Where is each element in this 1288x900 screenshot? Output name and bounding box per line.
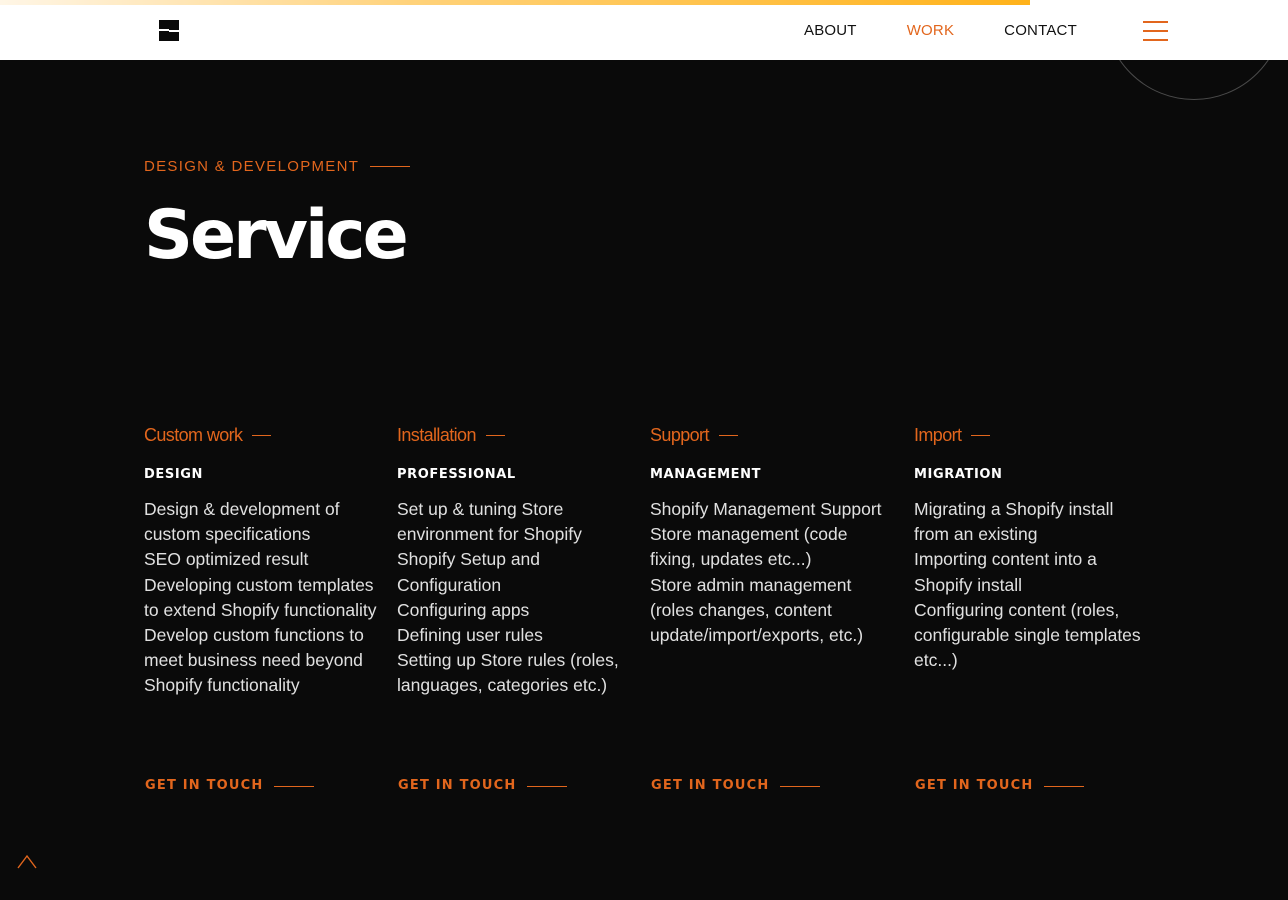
service-title: Installation xyxy=(397,424,476,445)
list-item: Developing custom templates to extend Sh… xyxy=(144,574,377,620)
eyebrow-line xyxy=(370,166,411,167)
list-item: Store admin management (roles changes, c… xyxy=(650,574,864,646)
list-item: SEO optimized result xyxy=(144,549,309,570)
cta-line xyxy=(274,785,315,787)
get-in-touch-button-installation[interactable]: GET IN TOUCH xyxy=(398,778,568,794)
nav-contact[interactable]: CONTACT xyxy=(1004,22,1077,40)
list-item: Configuring apps xyxy=(397,599,530,620)
hamburger-line xyxy=(1143,39,1168,41)
service-list: Design & development of custom specifica… xyxy=(144,497,379,699)
service-title: Custom work xyxy=(144,424,243,445)
site-header: ABOUT WORK CONTACT xyxy=(0,0,1288,60)
service-list: Set up & tuning Store environment for Sh… xyxy=(397,497,632,699)
list-item: Shopify Management Support xyxy=(650,499,882,519)
service-heading: Custom work xyxy=(144,425,379,445)
list-item: Defining user rules xyxy=(397,625,543,646)
cta-label: GET IN TOUCH xyxy=(651,778,770,793)
service-heading: Installation xyxy=(397,425,632,445)
service-title-line xyxy=(718,434,738,436)
service-subtitle: MIGRATION xyxy=(914,467,1003,482)
service-title-line xyxy=(252,434,272,436)
page-title: Service xyxy=(144,196,409,275)
cta-line xyxy=(1044,785,1085,787)
nav-about[interactable]: ABOUT xyxy=(804,22,857,40)
service-column-import: Import MIGRATION Migrating a Shopify ins… xyxy=(914,425,1149,673)
list-item: Setting up Store rules (roles, languages… xyxy=(397,650,619,696)
hamburger-line xyxy=(1143,30,1168,32)
list-item: Configuring content (roles, configurable… xyxy=(914,599,1141,671)
list-item: Importing content into a Shopify install xyxy=(914,549,1097,595)
service-heading: Support xyxy=(650,425,885,445)
service-heading: Import xyxy=(914,425,1149,445)
get-in-touch-button-custom-work[interactable]: GET IN TOUCH xyxy=(145,778,315,794)
main-nav: ABOUT WORK CONTACT xyxy=(804,22,1077,40)
service-subtitle: PROFESSIONAL xyxy=(397,467,516,482)
scroll-progress-bar xyxy=(0,0,1031,5)
list-item: Store management (code fixing, updates e… xyxy=(650,524,848,570)
service-title: Import xyxy=(914,424,962,445)
chevron-up-icon[interactable] xyxy=(16,852,38,870)
nav-work[interactable]: WORK xyxy=(907,22,954,40)
get-in-touch-button-import[interactable]: GET IN TOUCH xyxy=(915,778,1085,794)
hamburger-line xyxy=(1143,21,1168,23)
list-item: Develop custom functions to meet busines… xyxy=(144,625,364,696)
cta-line xyxy=(780,785,821,787)
list-item: Design & development of custom specifica… xyxy=(144,499,340,545)
service-title: Support xyxy=(650,424,709,445)
list-item: Set up & tuning Store environment for Sh… xyxy=(397,499,582,545)
service-subtitle: MANAGEMENT xyxy=(650,467,762,482)
cta-label: GET IN TOUCH xyxy=(145,778,264,793)
cta-label: GET IN TOUCH xyxy=(915,778,1034,793)
service-column-installation: Installation PROFESSIONAL Set up & tunin… xyxy=(397,425,632,699)
eyebrow-text: DESIGN & DEVELOPMENT xyxy=(144,158,360,175)
section-eyebrow: DESIGN & DEVELOPMENT xyxy=(144,158,411,175)
service-list: Migrating a Shopify install from an exis… xyxy=(914,497,1149,673)
service-column-custom-work: Custom work DESIGN Design & development … xyxy=(144,425,379,699)
cta-line xyxy=(527,785,568,787)
hamburger-icon[interactable] xyxy=(1143,20,1170,41)
list-item: Shopify Setup and Configuration xyxy=(397,549,541,595)
service-list: Shopify Management Support Store managem… xyxy=(650,497,885,648)
service-title-line xyxy=(485,434,505,436)
get-in-touch-button-support[interactable]: GET IN TOUCH xyxy=(651,778,821,794)
service-subtitle: DESIGN xyxy=(144,467,204,482)
list-item: Migrating a Shopify install from an exis… xyxy=(914,499,1114,545)
service-column-support: Support MANAGEMENT Shopify Management Su… xyxy=(650,425,885,648)
service-title-line xyxy=(971,434,991,436)
cta-label: GET IN TOUCH xyxy=(398,778,517,793)
brand-logo-icon[interactable] xyxy=(158,20,180,41)
